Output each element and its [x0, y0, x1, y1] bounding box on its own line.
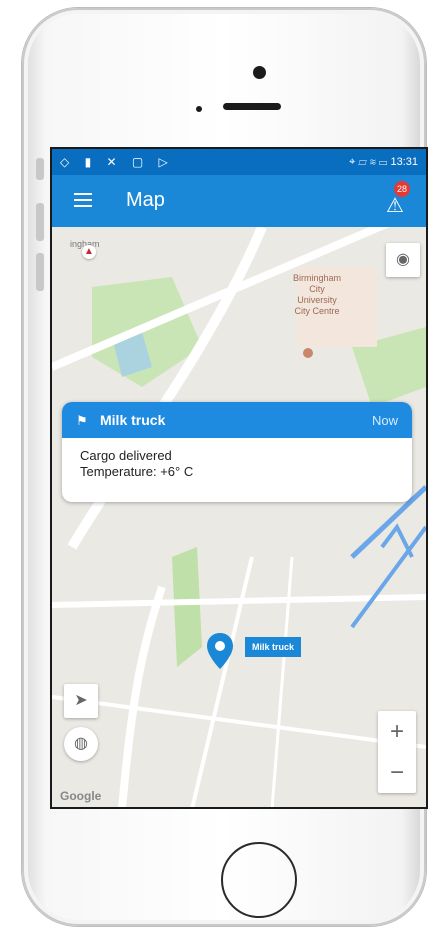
notification-title: Milk truck: [100, 412, 166, 428]
map-view[interactable]: ingham ▲ Birmingham City University City…: [52, 227, 426, 807]
earpiece-speaker: [223, 103, 281, 110]
poi-label: Birmingham City University City Centre: [282, 273, 352, 317]
google-logo: Google: [60, 789, 102, 803]
notification-card[interactable]: ⚑ Milk truck Now Cargo delivered Tempera…: [62, 402, 412, 502]
pin-label[interactable]: Milk truck: [245, 637, 302, 657]
my-location-icon[interactable]: ◉: [386, 243, 420, 277]
map-tiles: [52, 227, 426, 807]
notification-line: Temperature: +6° C: [80, 464, 194, 479]
notification-time: Now: [371, 413, 398, 428]
zoom-out-button[interactable]: −: [378, 752, 416, 793]
status-time: 13:31: [390, 156, 418, 168]
notification-body: Cargo delivered Temperature: +6° C: [62, 438, 412, 490]
compass-icon[interactable]: ▲: [82, 245, 96, 259]
volume-down-button: [36, 253, 44, 291]
status-right: ⌖ ▱ ≋ ▭ 13:31: [349, 156, 418, 169]
alert-count-badge: 28: [394, 181, 410, 197]
globe-icon[interactable]: ◍: [64, 727, 98, 761]
home-button[interactable]: [221, 842, 297, 918]
zoom-controls: + −: [378, 711, 416, 793]
status-right-icons: ⌖ ▱ ≋ ▭: [349, 156, 388, 168]
page-title: Map: [126, 189, 165, 211]
alerts-button[interactable]: ⚠ 28: [386, 181, 416, 217]
notification-line: Cargo delivered: [80, 448, 172, 463]
mute-switch: [36, 158, 44, 180]
proximity-sensor: [196, 106, 202, 112]
status-bar: ◇ ▮ ✕ ▢ ▷ ⌖ ▱ ≋ ▭ 13:31: [52, 149, 426, 175]
app-bar: Map ⚠ 28: [52, 175, 426, 227]
poi-line: Birmingham: [292, 273, 341, 283]
poi-line: City Centre: [294, 306, 340, 316]
poi-line: University: [297, 295, 337, 305]
flag-icon: ⚑: [76, 413, 88, 428]
status-left-icons: ◇ ▮ ✕ ▢ ▷: [60, 155, 174, 169]
volume-up-button: [36, 203, 44, 241]
zoom-in-button[interactable]: +: [378, 711, 416, 752]
hamburger-icon[interactable]: [74, 193, 92, 207]
poi-line: City: [309, 284, 325, 294]
map-pin-icon[interactable]: [206, 632, 234, 670]
notification-header: ⚑ Milk truck Now: [62, 402, 412, 438]
front-camera: [253, 66, 266, 79]
phone-screen: ◇ ▮ ✕ ▢ ▷ ⌖ ▱ ≋ ▭ 13:31 Map ⚠ 28 ingham …: [50, 147, 428, 809]
navigation-arrow-icon[interactable]: ➤: [64, 684, 98, 718]
